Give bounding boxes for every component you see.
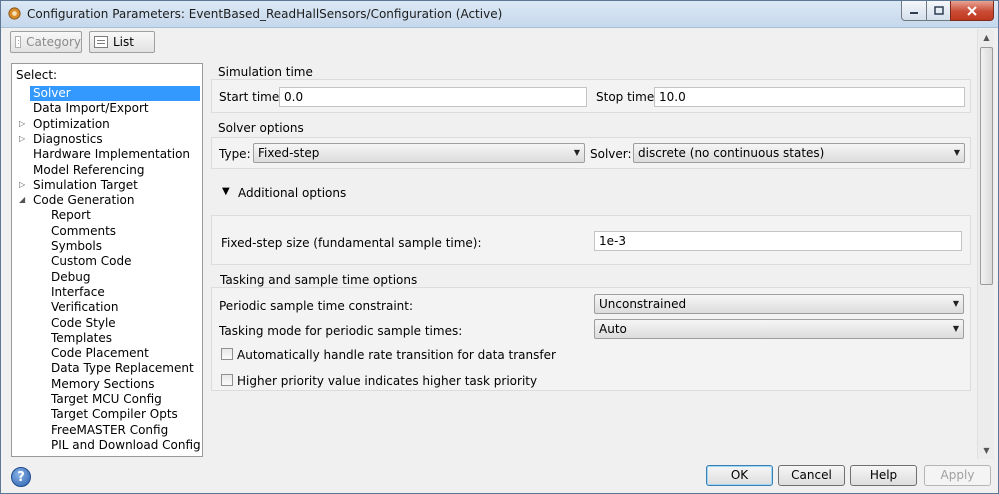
category-label: Category [26, 35, 81, 49]
stop-time-label: Stop time: [596, 90, 659, 104]
category-tree[interactable]: Select: Solver Data Import/Export ▷ Optimiz… [11, 63, 203, 457]
tree-item-report[interactable]: Report [51, 208, 91, 223]
tree-item-pil-and-download-config[interactable]: PIL and Download Config [51, 438, 201, 453]
window-title: Configuration Parameters: EventBased_Rea… [27, 7, 503, 21]
cancel-button[interactable]: Cancel [778, 465, 845, 486]
solver-options-group: Type: Fixed-step ▼ Solver: discrete (no … [211, 137, 971, 169]
configuration-dialog: Configuration Parameters: EventBased_Rea… [0, 0, 999, 494]
tree-item-code-generation[interactable]: Code Generation [33, 193, 134, 208]
tree-item-optimization[interactable]: Optimization [33, 117, 110, 132]
tree-item-data-type-replacement[interactable]: Data Type Replacement [51, 361, 194, 376]
tree-item-symbols[interactable]: Symbols [51, 239, 102, 254]
scroll-thumb[interactable] [980, 47, 993, 285]
tree-item-target-compiler-opts[interactable]: Target Compiler Opts [51, 407, 178, 422]
maximize-icon [933, 6, 944, 15]
list-label: List [113, 35, 134, 49]
scroll-down-icon[interactable]: ▼ [978, 442, 995, 459]
expanded-arrow-icon[interactable]: ◢ [19, 195, 27, 205]
additional-options-toggle[interactable]: Additional options [238, 186, 346, 200]
minimize-icon [910, 11, 918, 14]
tree-item-solver[interactable]: Solver [30, 86, 200, 101]
chevron-down-icon: ▼ [952, 324, 959, 333]
matlab-gear-icon [8, 7, 21, 20]
tree-item-model-referencing[interactable]: Model Referencing [33, 163, 144, 178]
higher-priority-checkbox[interactable] [221, 374, 233, 386]
collapsed-arrow-icon[interactable]: ▷ [19, 180, 27, 190]
tree-item-code-style[interactable]: Code Style [51, 316, 116, 331]
tree-item-hardware-implementation[interactable]: Hardware Implementation [33, 147, 190, 162]
minimize-button[interactable] [901, 1, 927, 21]
tree-item-freemaster-config[interactable]: FreeMASTER Config [51, 423, 168, 438]
scroll-up-icon[interactable]: ▲ [978, 29, 995, 46]
tasking-mode-value: Auto [599, 322, 627, 336]
tree-item-diagnostics[interactable]: Diagnostics [33, 132, 103, 147]
tree-item-comments[interactable]: Comments [51, 224, 116, 239]
help-icon[interactable]: ? [11, 467, 31, 487]
start-time-input[interactable]: 0.0 [279, 87, 587, 107]
collapsed-arrow-icon[interactable]: ▷ [19, 134, 27, 144]
close-button[interactable] [950, 1, 994, 21]
chevron-down-icon: ▼ [573, 148, 580, 157]
list-icon [94, 36, 108, 48]
fixed-step-group: Fixed-step size (fundamental sample time… [211, 215, 971, 265]
solver-pane: Simulation time Start time: 0.0 Stop tim… [208, 57, 975, 457]
simulation-time-header: Simulation time [218, 65, 313, 79]
solver-dropdown[interactable]: discrete (no continuous states) ▼ [633, 143, 965, 163]
auto-rate-transition-checkbox[interactable] [221, 348, 233, 360]
tasking-mode-dropdown[interactable]: Auto ▼ [594, 319, 964, 339]
tree-item-data-import-export[interactable]: Data Import/Export [33, 101, 149, 116]
periodic-constraint-label: Periodic sample time constraint: [219, 299, 414, 313]
solver-value: discrete (no continuous states) [638, 146, 825, 160]
list-view-button[interactable]: List [89, 31, 155, 53]
higher-priority-label: Higher priority value indicates higher t… [237, 374, 538, 388]
tree-item-verification[interactable]: Verification [51, 300, 118, 315]
tree-item-interface[interactable]: Interface [51, 285, 105, 300]
periodic-constraint-value: Unconstrained [599, 297, 687, 311]
collapsed-arrow-icon[interactable]: ▷ [19, 119, 27, 129]
dialog-button-bar: ? OK Cancel Help Apply [1, 459, 998, 493]
tree-select-label: Select: [16, 68, 58, 82]
solver-options-header: Solver options [218, 121, 304, 135]
start-time-label: Start time: [219, 90, 284, 104]
auto-rate-transition-label: Automatically handle rate transition for… [237, 348, 556, 362]
simulation-time-group: Start time: 0.0 Stop time: 10.0 [211, 79, 971, 113]
fixed-step-input[interactable]: 1e-3 [594, 231, 962, 251]
apply-button[interactable]: Apply [924, 465, 991, 486]
stop-time-input[interactable]: 10.0 [654, 87, 965, 107]
periodic-constraint-dropdown[interactable]: Unconstrained ▼ [594, 294, 964, 314]
tasking-header: Tasking and sample time options [220, 273, 418, 287]
category-icon [15, 36, 22, 48]
tree-item-memory-sections[interactable]: Memory Sections [51, 377, 154, 392]
tree-item-target-mcu-config[interactable]: Target MCU Config [51, 392, 162, 407]
close-icon [967, 5, 977, 16]
help-button[interactable]: Help [850, 465, 917, 486]
tree-item-simulation-target[interactable]: Simulation Target [33, 178, 138, 193]
solver-label: Solver: [590, 147, 632, 161]
ok-button[interactable]: OK [706, 465, 773, 486]
type-value: Fixed-step [258, 146, 320, 160]
tree-item-custom-code[interactable]: Custom Code [51, 254, 132, 269]
maximize-button[interactable] [926, 1, 951, 21]
fixed-step-label: Fixed-step size (fundamental sample time… [221, 236, 482, 250]
type-dropdown[interactable]: Fixed-step ▼ [253, 143, 585, 163]
tasking-mode-label: Tasking mode for periodic sample times: [219, 324, 463, 338]
tree-item-debug[interactable]: Debug [51, 270, 90, 285]
title-bar[interactable]: Configuration Parameters: EventBased_Rea… [1, 1, 998, 28]
expanded-triangle-icon[interactable]: ▼ [222, 186, 230, 197]
chevron-down-icon: ▼ [953, 148, 960, 157]
type-label: Type: [219, 147, 251, 161]
tree-item-templates[interactable]: Templates [51, 331, 112, 346]
vertical-scrollbar[interactable]: ▲ ▼ [977, 29, 994, 459]
tasking-group: Periodic sample time constraint: Unconst… [211, 287, 971, 391]
tree-item-code-placement[interactable]: Code Placement [51, 346, 149, 361]
chevron-down-icon: ▼ [952, 299, 959, 308]
category-view-button[interactable]: Category [10, 31, 82, 53]
